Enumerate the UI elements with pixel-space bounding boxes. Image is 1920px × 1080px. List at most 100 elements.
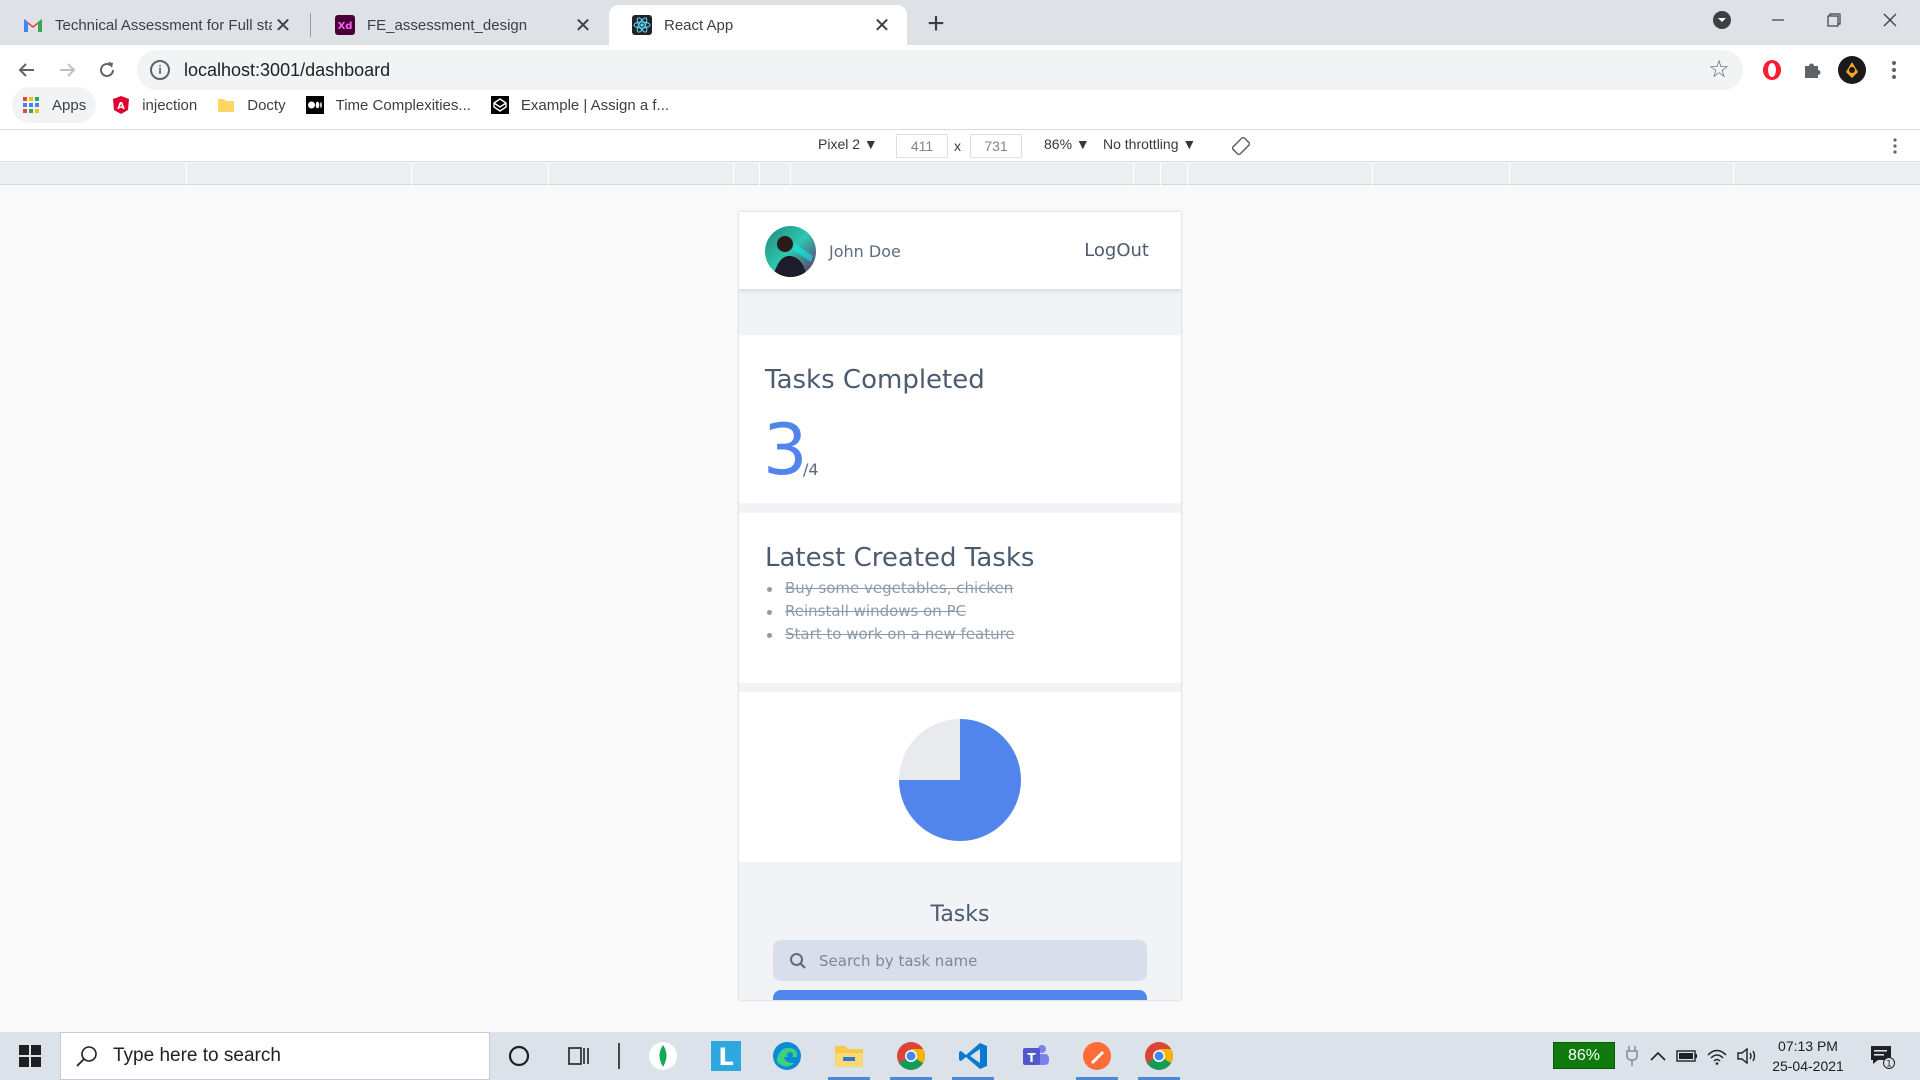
arrow-left-icon xyxy=(18,63,34,77)
address-bar[interactable]: i localhost:3001/dashboard ☆ xyxy=(137,50,1743,90)
bookmark-injection[interactable]: A injection xyxy=(102,87,207,123)
tasks-completed-title: Tasks Completed xyxy=(765,365,985,395)
windows-taskbar: Type here to search L T 86% 07:13 PM 25-… xyxy=(0,1032,1920,1080)
arrow-right-icon xyxy=(60,63,76,77)
chevron-up-icon[interactable] xyxy=(1646,1032,1670,1080)
power-plug-icon[interactable] xyxy=(1622,1032,1642,1080)
profile-avatar-icon[interactable] xyxy=(1837,55,1867,85)
notification-count: 1 xyxy=(1886,1060,1892,1070)
media-query-ruler[interactable] xyxy=(0,163,1920,185)
chrome-icon[interactable] xyxy=(884,1032,938,1080)
opera-icon[interactable] xyxy=(1757,55,1787,85)
teams-icon[interactable]: T xyxy=(1008,1032,1062,1080)
close-icon[interactable]: ✕ xyxy=(272,14,294,37)
mongodb-icon[interactable] xyxy=(636,1032,690,1080)
list-item: Reinstall windows on PC xyxy=(767,600,1015,623)
wifi-icon[interactable] xyxy=(1704,1032,1730,1080)
bookmark-label: injection xyxy=(142,96,198,114)
battery-meter[interactable]: 86% xyxy=(1553,1042,1615,1069)
pie-slice-remaining xyxy=(899,719,960,780)
volume-icon[interactable] xyxy=(1734,1032,1760,1080)
tab-title: React App xyxy=(664,16,734,34)
user-name: John Doe xyxy=(829,242,901,261)
height-input[interactable]: 731 xyxy=(970,134,1022,158)
notification-icon: 1 xyxy=(1871,1046,1895,1070)
task-search-field[interactable] xyxy=(773,940,1147,981)
file-explorer-icon[interactable] xyxy=(822,1032,876,1080)
clock-date: 25-04-2021 xyxy=(1772,1058,1844,1074)
bookmark-apps[interactable]: Apps xyxy=(12,87,97,123)
tab-separator xyxy=(310,13,311,37)
device-toolbar: Pixel 2 ▼ 411 x 731 86% ▼ No throttling … xyxy=(0,129,1920,162)
edge-icon[interactable] xyxy=(760,1032,814,1080)
tab-react-app[interactable]: React App ✕ xyxy=(609,5,907,45)
tasks-completed-card: Tasks Completed 3 /4 xyxy=(739,335,1181,503)
close-window-button[interactable] xyxy=(1862,0,1918,40)
list-item: Start to work on a new feature xyxy=(767,623,1015,646)
tab-xd[interactable]: Xd FE_assessment_design ✕ xyxy=(312,5,608,45)
bookmark-docty[interactable]: Docty xyxy=(207,87,295,123)
star-icon[interactable]: ☆ xyxy=(1707,58,1731,82)
system-clock[interactable]: 07:13 PM 25-04-2021 xyxy=(1764,1036,1852,1076)
minimize-button[interactable] xyxy=(1750,0,1806,40)
search-input[interactable] xyxy=(819,951,1139,970)
svg-text:L: L xyxy=(718,1043,733,1071)
cortana-icon[interactable] xyxy=(492,1032,546,1080)
l-app-icon[interactable]: L xyxy=(699,1032,753,1080)
new-tab-button[interactable]: + xyxy=(920,7,952,40)
zoom-select[interactable]: 86% ▼ xyxy=(1044,136,1090,152)
codepen-icon xyxy=(490,96,509,114)
restore-icon xyxy=(1827,13,1841,27)
bookmark-label: Time Complexities... xyxy=(335,96,471,114)
notifications-button[interactable]: 1 xyxy=(1862,1032,1902,1080)
new-task-button[interactable] xyxy=(773,990,1147,1000)
avatar xyxy=(765,226,816,277)
rotate-icon[interactable] xyxy=(1232,137,1250,155)
logout-button[interactable]: LogOut xyxy=(1084,240,1149,261)
width-input[interactable]: 411 xyxy=(896,134,948,158)
windows-logo-icon xyxy=(19,1045,41,1067)
dimension-times: x xyxy=(954,138,961,154)
throttling-select[interactable]: No throttling ▼ xyxy=(1103,136,1196,152)
start-button[interactable] xyxy=(0,1032,60,1080)
latest-tasks-list: Buy some vegetables, chicken Reinstall w… xyxy=(767,577,1015,646)
tab-title: Technical Assessment for Full stac xyxy=(55,16,272,34)
vscode-icon[interactable] xyxy=(946,1032,1000,1080)
apps-grid-icon xyxy=(22,96,40,114)
chevron-down-icon xyxy=(1713,11,1731,29)
tab-strip: Technical Assessment for Full stac ✕ Xd … xyxy=(0,0,1920,45)
taskbar-search[interactable]: Type here to search xyxy=(60,1032,490,1080)
mobile-viewport: John Doe LogOut Tasks Completed 3 /4 Lat… xyxy=(739,212,1181,1000)
close-icon xyxy=(1883,13,1897,27)
back-button[interactable] xyxy=(10,53,44,87)
bookmark-example[interactable]: Example | Assign a f... xyxy=(481,87,679,123)
close-icon[interactable]: ✕ xyxy=(871,14,893,37)
latest-tasks-title: Latest Created Tasks xyxy=(765,543,1035,573)
kebab-menu-icon[interactable] xyxy=(1879,55,1909,85)
total-count: /4 xyxy=(803,460,819,479)
tab-gmail[interactable]: Technical Assessment for Full stac ✕ xyxy=(0,5,308,45)
battery-icon[interactable] xyxy=(1674,1032,1700,1080)
tab-search-button[interactable] xyxy=(1694,0,1750,40)
forward-button[interactable] xyxy=(50,53,84,87)
close-icon[interactable]: ✕ xyxy=(572,14,594,37)
bookmark-label: Example | Assign a f... xyxy=(520,96,670,114)
device-select[interactable]: Pixel 2 ▼ xyxy=(818,136,878,152)
kebab-menu-icon[interactable] xyxy=(1893,138,1897,154)
bookmark-time-complexities[interactable]: Time Complexities... xyxy=(296,87,481,123)
reload-icon xyxy=(100,62,114,77)
chrome-icon[interactable] xyxy=(1132,1032,1186,1080)
info-icon[interactable]: i xyxy=(150,60,170,80)
svg-text:T: T xyxy=(1027,1051,1036,1065)
clock-time: 07:13 PM xyxy=(1778,1038,1838,1054)
search-icon xyxy=(76,1046,97,1067)
postman-icon[interactable] xyxy=(1070,1032,1124,1080)
puzzle-icon[interactable] xyxy=(1797,55,1827,85)
pie-chart xyxy=(898,718,1022,842)
task-view-icon[interactable] xyxy=(552,1032,606,1080)
restore-button[interactable] xyxy=(1806,0,1862,40)
svg-text:A: A xyxy=(117,101,125,112)
url-text[interactable]: localhost:3001/dashboard xyxy=(184,60,390,81)
tab-title: FE_assessment_design xyxy=(367,16,528,34)
reload-button[interactable] xyxy=(90,53,124,87)
